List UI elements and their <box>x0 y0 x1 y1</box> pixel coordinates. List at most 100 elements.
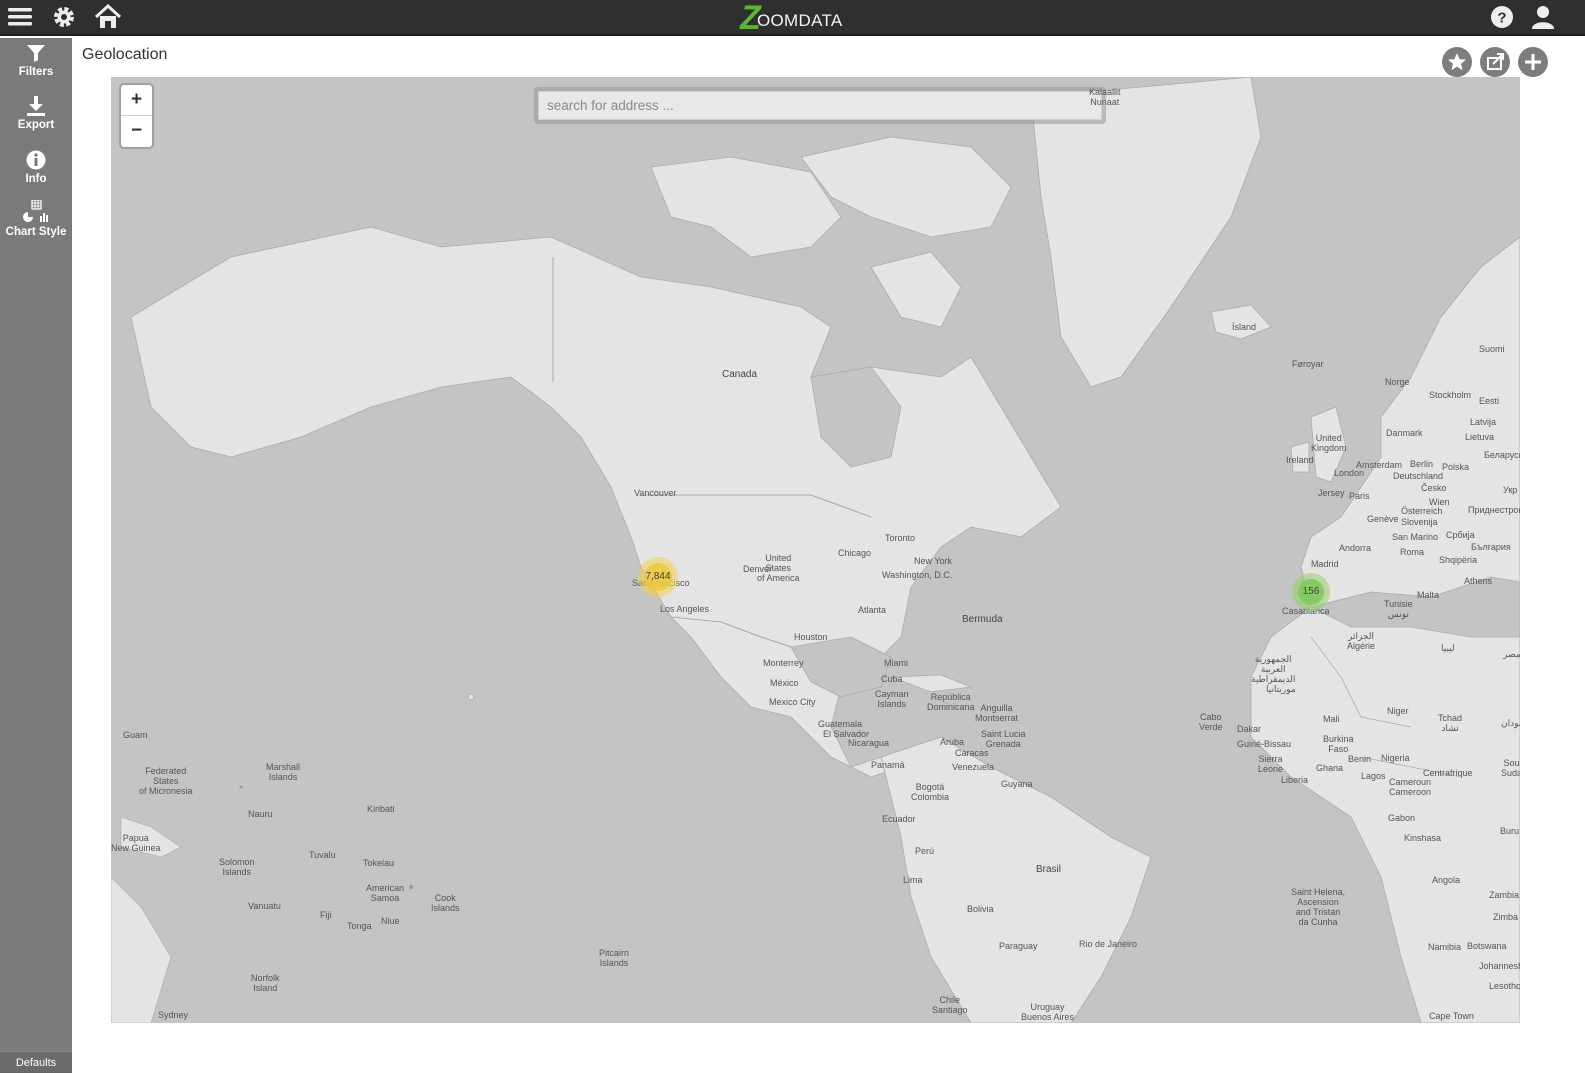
address-search-input[interactable] <box>538 91 1102 120</box>
map-label-tunisie: Tunisie تونس <box>1384 599 1413 619</box>
map-label-denver: Denver <box>743 564 773 574</box>
gear-icon[interactable] <box>50 3 78 31</box>
map-label-roma: Roma <box>1400 547 1425 557</box>
home-icon[interactable] <box>93 3 122 31</box>
map-label-zimbabwe: Zimba <box>1493 912 1519 922</box>
defaults-button[interactable]: Defaults <box>0 1051 72 1073</box>
map-label-sierraleone: Sierra Leone <box>1258 754 1284 774</box>
add-button[interactable] <box>1518 47 1548 77</box>
map-label-lietuva: Lietuva <box>1465 432 1495 442</box>
zoomdata-logo: Z OOMDATA <box>740 0 843 37</box>
map-label-bogota: Bogotá Colombia <box>911 782 950 802</box>
map-label-fiji: Fiji <box>320 910 332 920</box>
map-label-jersey: Jersey <box>1318 488 1345 498</box>
map-label-republica: República Dominicana <box>927 692 975 712</box>
map-label-burkina: Burkina Faso <box>1323 734 1354 754</box>
sidebar-item-chart-style[interactable]: Chart Style <box>0 200 72 252</box>
map-label-anguilla: Anguilla Montserrat <box>975 703 1019 723</box>
sidebar-item-info[interactable]: Info <box>0 149 72 201</box>
map-label-vanuatu: Vanuatu <box>248 901 281 911</box>
map-label-micronesia: Federated States of Micronesia <box>139 766 193 796</box>
map-label-tuvalu: Tuvalu <box>309 850 336 860</box>
sidebar-item-label: Filters <box>18 66 54 78</box>
map-label-dakar: Dakar <box>1237 724 1262 734</box>
favorite-button[interactable] <box>1442 47 1472 77</box>
map-label-paris: Paris <box>1349 491 1370 501</box>
map-label-nauru: Nauru <box>248 809 273 819</box>
map-label-uk: United Kingdom <box>1311 433 1347 453</box>
map-label-guam: Guam <box>123 730 148 740</box>
svg-text:?: ? <box>1497 10 1506 27</box>
map-label-canada: Canada <box>722 369 758 380</box>
user-icon[interactable] <box>1529 3 1557 31</box>
chart-style-icon <box>23 200 48 222</box>
cluster-marker-san-francisco[interactable]: 7,844 <box>638 557 678 597</box>
map-label-atlanta: Atlanta <box>858 605 887 615</box>
map-basemap <box>111 77 1520 1023</box>
sidebar-item-label: Export <box>17 119 55 131</box>
page-title: Geolocation <box>82 46 168 63</box>
map-label-namibia: Namibia <box>1428 942 1462 952</box>
map-label-eesti: Eesti <box>1479 396 1500 406</box>
map-label-venezuela: Venezuela <box>952 762 995 772</box>
map-label-washington: Washington, D.C. <box>882 570 953 580</box>
map-label-libya: ليبيا <box>1441 643 1455 653</box>
cluster-count: 7,844 <box>645 571 671 582</box>
map-label-lagos: Lagos <box>1361 771 1386 781</box>
filter-icon <box>27 45 45 62</box>
star-icon <box>1448 53 1466 71</box>
sidebar-item-filters[interactable]: Filters <box>0 42 72 94</box>
map-label-burundi: Buru <box>1500 826 1520 836</box>
map-label-johannesburg: Johannesburg <box>1479 961 1520 971</box>
map-label-zambia: Zambia <box>1489 890 1520 900</box>
share-icon <box>1487 53 1504 70</box>
map-label-osterreich: Österreich <box>1401 506 1443 516</box>
zoom-in-button[interactable]: + <box>121 85 152 116</box>
map-label-mexicocity: Mexico City <box>769 697 816 707</box>
map-label-newyork: New York <box>914 556 953 566</box>
map-label-houston: Houston <box>794 632 828 642</box>
map-label-tchad: Tchad تشاد <box>1438 713 1463 733</box>
map-label-capetown: Cape Town <box>1429 1011 1474 1021</box>
map-label-sainthelena: Saint Helena, Ascension and Tristan da C… <box>1291 887 1346 927</box>
geolocation-map[interactable]: + − Kalaallit Nunaat Ísland Føroyar Cana… <box>111 77 1520 1023</box>
sidebar-item-label: Chart Style <box>5 226 67 238</box>
map-label-sydney: Sydney <box>158 1010 189 1020</box>
map-label-nigeria: Nigeria <box>1381 753 1410 763</box>
map-label-island: Ísland <box>1232 322 1257 332</box>
sidebar-item-export[interactable]: Export <box>0 95 72 147</box>
map-label-lima: Lima <box>903 875 923 885</box>
zoom-controls: + − <box>121 85 152 147</box>
map-label-mali: Mali <box>1323 714 1340 724</box>
info-icon <box>26 150 46 170</box>
map-label-algerie: الجزائر Algérie <box>1347 631 1376 651</box>
map-label-lesotho: Lesotho <box>1489 981 1520 991</box>
map-label-paraguay: Paraguay <box>999 941 1038 951</box>
map-label-egypt: مصر <box>1503 649 1520 659</box>
map-label-niger: Niger <box>1387 706 1409 716</box>
map-label-shqiperia: Shqipëria <box>1439 555 1478 565</box>
map-label-guyana: Guyana <box>1001 779 1033 789</box>
map-label-bulgaria: България <box>1471 542 1511 552</box>
map-label-danmark: Danmark <box>1386 428 1423 438</box>
map-label-cook: Cook Islands <box>431 893 460 913</box>
share-button[interactable] <box>1480 47 1510 77</box>
map-label-amsterdam: Amsterdam <box>1356 460 1403 470</box>
map-label-monterrey: Monterrey <box>763 658 804 668</box>
cluster-marker-casablanca[interactable]: 156 <box>1292 573 1330 611</box>
menu-icon[interactable] <box>6 3 34 31</box>
zoom-out-button[interactable]: − <box>121 116 152 147</box>
map-label-geneve: Genève <box>1367 514 1399 524</box>
map-label-sahara: الجمهورية العربية الديمقراطية <box>1251 654 1296 684</box>
map-label-samoa: American Samoa <box>366 883 405 903</box>
help-icon[interactable]: ? <box>1488 3 1516 31</box>
map-label-caracas: Caracas <box>955 748 989 758</box>
map-label-belarus: Беларусь <box>1484 450 1520 460</box>
sidebar-item-label: Info <box>25 173 47 185</box>
map-label-tokelau: Tokelau <box>363 858 395 868</box>
map-label-kalaallit: Kalaallit Nunaat <box>1089 87 1121 107</box>
top-bar: Z OOMDATA ? <box>0 0 1585 36</box>
map-label-vancouver: Vancouver <box>634 488 677 498</box>
map-label-pridnestrovie: Приднестровье <box>1468 505 1520 515</box>
map-label-chicago: Chicago <box>838 548 872 558</box>
